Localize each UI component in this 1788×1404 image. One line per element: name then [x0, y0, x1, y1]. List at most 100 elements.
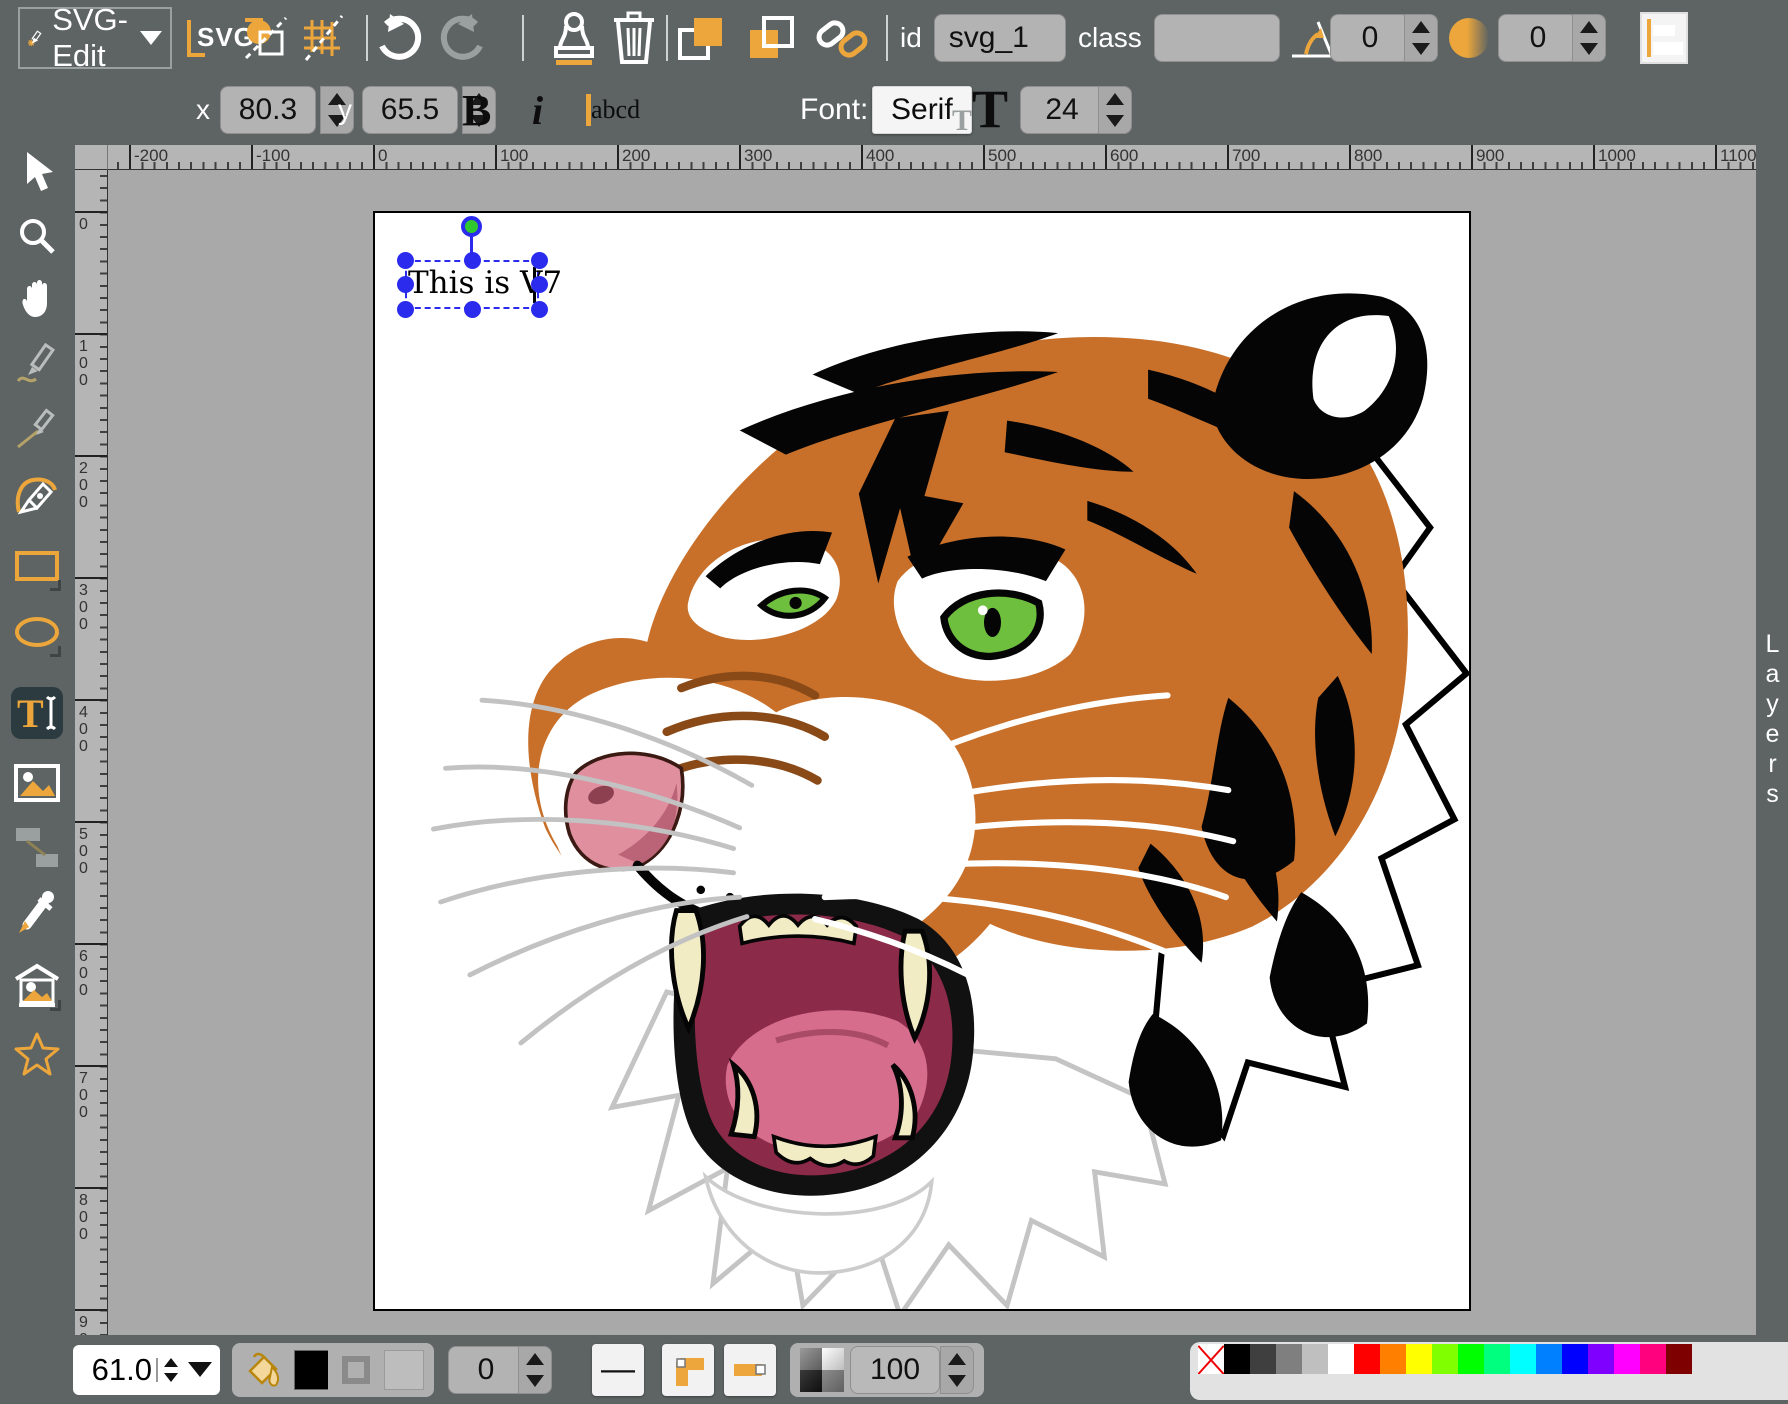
x-input[interactable] — [220, 86, 316, 134]
flyout-corner-icon — [50, 646, 61, 657]
opacity-spinner[interactable] — [940, 1346, 974, 1394]
palette-swatch-007fff[interactable] — [1536, 1344, 1562, 1374]
palette-swatch-none[interactable] — [1198, 1344, 1224, 1374]
palette-swatch-000000[interactable] — [1224, 1344, 1250, 1374]
palette-swatch-ffffff[interactable] — [1328, 1344, 1354, 1374]
document-properties-button[interactable] — [242, 0, 290, 75]
top-toolbar: SVG-Edit SVG — [0, 0, 1788, 75]
spin-up-icon[interactable] — [948, 1353, 966, 1365]
palette-swatch-7fff00[interactable] — [1432, 1344, 1458, 1374]
resize-handle-nw[interactable] — [397, 252, 414, 269]
spin-down-icon[interactable] — [1412, 43, 1430, 55]
palette-swatch-ff007f[interactable] — [1640, 1344, 1666, 1374]
palette-swatch-0000ff[interactable] — [1562, 1344, 1588, 1374]
spin-down-icon[interactable] — [164, 1373, 178, 1382]
palette-swatch-00ff7f[interactable] — [1484, 1344, 1510, 1374]
spin-down-icon[interactable] — [1580, 43, 1598, 55]
blur-input[interactable] — [1498, 14, 1578, 62]
tool-text[interactable]: T — [11, 687, 63, 739]
id-input[interactable] — [934, 14, 1066, 62]
spin-up-icon[interactable] — [1580, 21, 1598, 33]
move-to-bottom-button[interactable] — [742, 0, 798, 75]
spin-down-icon[interactable] — [948, 1375, 966, 1387]
tool-line[interactable] — [11, 404, 63, 456]
spin-up-icon[interactable] — [1106, 93, 1124, 105]
rotate-handle[interactable] — [461, 216, 482, 237]
tool-connector[interactable] — [11, 821, 63, 873]
tool-select[interactable] — [11, 146, 63, 198]
blur-spinner[interactable] — [1572, 14, 1606, 62]
resize-handle-e[interactable] — [531, 276, 548, 293]
palette-swatch-bfbfbf[interactable] — [1302, 1344, 1328, 1374]
angle-input[interactable] — [1330, 14, 1410, 62]
ruler-major-tick — [861, 145, 863, 170]
align-dropdown-button[interactable] — [1640, 12, 1688, 64]
stroke-width-input[interactable] — [448, 1346, 524, 1394]
palette-swatch-7f00ff[interactable] — [1588, 1344, 1614, 1374]
spin-down-icon[interactable] — [1106, 115, 1124, 127]
resize-handle-w[interactable] — [397, 276, 414, 293]
palette-swatch-3f3f3f[interactable] — [1250, 1344, 1276, 1374]
resize-handle-se[interactable] — [531, 301, 548, 318]
move-to-top-button[interactable] — [672, 0, 728, 75]
stroke-linejoin-button[interactable] — [662, 1344, 714, 1396]
y-input[interactable] — [362, 86, 458, 134]
spin-up-icon[interactable] — [164, 1358, 178, 1367]
editor-preferences-button[interactable] — [298, 0, 346, 75]
font-size-input[interactable] — [1020, 86, 1104, 134]
clone-button[interactable] — [548, 0, 600, 75]
tool-star[interactable] — [11, 1029, 63, 1081]
tool-path[interactable] — [11, 470, 63, 522]
tool-shape-library[interactable] — [11, 961, 63, 1013]
stroke-dash-button[interactable]: — — [592, 1344, 644, 1396]
tool-eyedropper[interactable] — [11, 887, 63, 939]
angle-spinner[interactable] — [1404, 14, 1438, 62]
palette-swatch-00ff00[interactable] — [1458, 1344, 1484, 1374]
text-anchor-start-button[interactable]: abcd — [578, 75, 1788, 145]
svg-canvas[interactable]: This is V7 — [373, 211, 1471, 1311]
stroke-linecap-button[interactable] — [724, 1344, 776, 1396]
tool-pencil[interactable] — [11, 340, 63, 392]
resize-handle-s[interactable] — [464, 301, 481, 318]
palette-swatch-ffff00[interactable] — [1406, 1344, 1432, 1374]
zoom-value: 61.0 — [92, 1352, 152, 1388]
separator — [666, 15, 668, 61]
spin-down-icon[interactable] — [526, 1375, 544, 1387]
layers-panel-tab[interactable]: Layers — [1756, 145, 1788, 1404]
resize-handle-n[interactable] — [464, 252, 481, 269]
stroke-width-spinner[interactable] — [518, 1346, 552, 1394]
palette-swatch-00ffff[interactable] — [1510, 1344, 1536, 1374]
zoom-spinner[interactable] — [156, 1358, 178, 1382]
stroke-color-swatch[interactable] — [384, 1350, 424, 1390]
palette-swatch-7f7f7f[interactable] — [1276, 1344, 1302, 1374]
tool-zoom[interactable] — [11, 210, 63, 262]
italic-button[interactable]: i — [532, 87, 543, 134]
zoom-dropdown-icon[interactable] — [188, 1362, 212, 1377]
zoom-select[interactable]: 61.0 — [73, 1345, 220, 1395]
opacity-input[interactable] — [850, 1346, 940, 1394]
palette-swatch-ff7f00[interactable] — [1380, 1344, 1406, 1374]
palette-swatch-ff00ff[interactable] — [1614, 1344, 1640, 1374]
font-size-spinner[interactable] — [1098, 86, 1132, 134]
tool-pan[interactable] — [11, 273, 63, 325]
undo-button[interactable] — [372, 0, 424, 75]
redo-button[interactable] — [438, 0, 490, 75]
resize-handle-sw[interactable] — [397, 301, 414, 318]
spin-up-icon[interactable] — [1412, 21, 1430, 33]
tool-image[interactable] — [11, 757, 63, 809]
workarea[interactable]: -200-10001002003004005006007008009001000… — [75, 145, 1756, 1335]
ruler-major-tick — [495, 145, 497, 170]
tool-ellipse[interactable] — [11, 607, 63, 659]
make-link-button[interactable] — [812, 0, 872, 75]
bold-button[interactable]: B — [462, 85, 491, 136]
ruler-corner — [75, 145, 108, 170]
resize-handle-ne[interactable] — [531, 252, 548, 269]
move-top-icon — [672, 10, 728, 66]
tool-rect[interactable] — [11, 541, 63, 593]
palette-swatch-7f0000[interactable] — [1666, 1344, 1692, 1374]
main-menu-button[interactable]: SVG-Edit — [18, 7, 172, 69]
class-input[interactable] — [1154, 14, 1280, 62]
separator — [366, 15, 368, 61]
palette-swatch-ff0000[interactable] — [1354, 1344, 1380, 1374]
spin-up-icon[interactable] — [526, 1353, 544, 1365]
